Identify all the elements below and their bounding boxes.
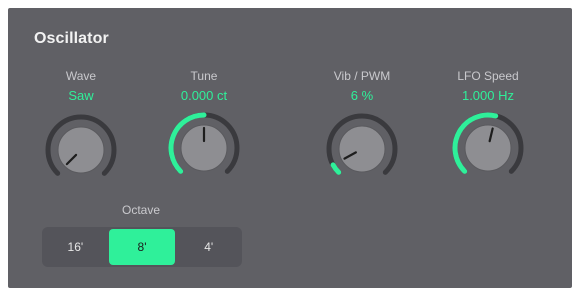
octave-option-8[interactable]: 8': [108, 229, 176, 265]
vib-pwm-value: 6 %: [350, 88, 374, 103]
lfo-speed-value: 1.000 Hz: [461, 88, 515, 103]
knob-body: [464, 124, 512, 172]
tune-value: 0.000 ct: [180, 88, 228, 103]
panel-title: Oscillator: [34, 30, 109, 47]
knob-graphic: [45, 114, 117, 176]
tune-knob[interactable]: [164, 108, 244, 188]
vib-pwm-knob[interactable]: [322, 109, 402, 189]
vib-pwm-label: Vib / PWM: [333, 69, 391, 83]
octave-option-4[interactable]: 4': [175, 227, 242, 267]
knob-body: [338, 125, 386, 173]
octave-option-16[interactable]: 16': [42, 227, 109, 267]
octave-selector: 16' 8' 4': [42, 227, 242, 267]
wave-label: Wave: [65, 69, 97, 83]
knob-graphic: [326, 113, 398, 175]
tune-label: Tune: [190, 69, 218, 83]
knob-body: [57, 126, 105, 174]
knob-value-arc: [330, 162, 342, 175]
lfo-speed-knob[interactable]: [448, 108, 528, 188]
knob-graphic: [452, 112, 524, 174]
wave-value: Saw: [68, 88, 94, 103]
octave-label: Octave: [121, 203, 160, 217]
lfo-speed-label: LFO Speed: [457, 69, 519, 83]
wave-knob[interactable]: [41, 110, 121, 190]
knob-graphic: [168, 112, 240, 174]
